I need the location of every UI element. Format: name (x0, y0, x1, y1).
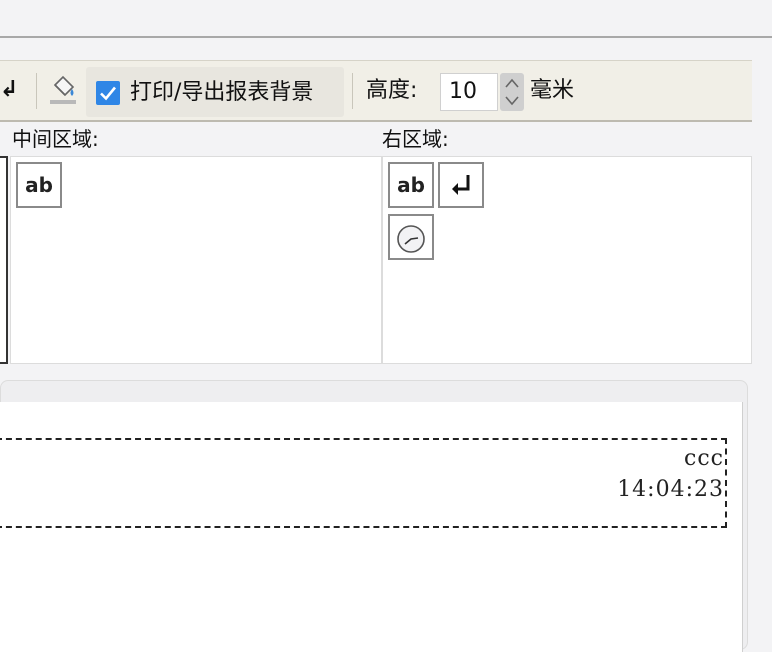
middle-region-label: 中间区域: (12, 127, 99, 151)
text-field-icon: ab (25, 173, 53, 197)
text-field-tile[interactable]: ab (16, 162, 62, 208)
text-field-icon: ab (397, 173, 425, 197)
preview-time: 14:04:23 (617, 477, 724, 502)
fill-color-button[interactable] (46, 73, 80, 107)
height-label: 高度: (366, 78, 418, 103)
time-field-tile[interactable] (388, 214, 434, 260)
check-icon (100, 86, 117, 101)
window-divider (0, 36, 772, 38)
toolbar-separator (352, 73, 353, 109)
band-toolbar: ↲ 打印/导出报表背景 高度: 10 毫米 (0, 60, 752, 122)
print-background-label: 打印/导出报表背景 (130, 80, 314, 105)
paint-bucket-icon (50, 75, 76, 104)
height-input[interactable]: 10 (440, 73, 498, 111)
height-unit: 毫米 (530, 78, 575, 103)
print-background-option[interactable]: 打印/导出报表背景 (86, 67, 344, 117)
line-break-tile[interactable] (438, 162, 484, 208)
middle-region[interactable] (10, 156, 382, 364)
left-region-edge[interactable] (0, 156, 8, 364)
height-spinner[interactable] (500, 73, 524, 111)
clock-icon (397, 225, 425, 253)
print-background-checkbox[interactable] (96, 81, 120, 105)
spin-arrows-icon (505, 78, 519, 106)
line-break-button[interactable]: ↲ (0, 75, 22, 105)
preview-text-ccc: ccc (684, 446, 724, 471)
text-field-tile[interactable]: ab (388, 162, 434, 208)
right-region-label: 右区域: (382, 127, 449, 151)
line-break-icon (452, 175, 470, 195)
toolbar-separator (36, 73, 37, 109)
